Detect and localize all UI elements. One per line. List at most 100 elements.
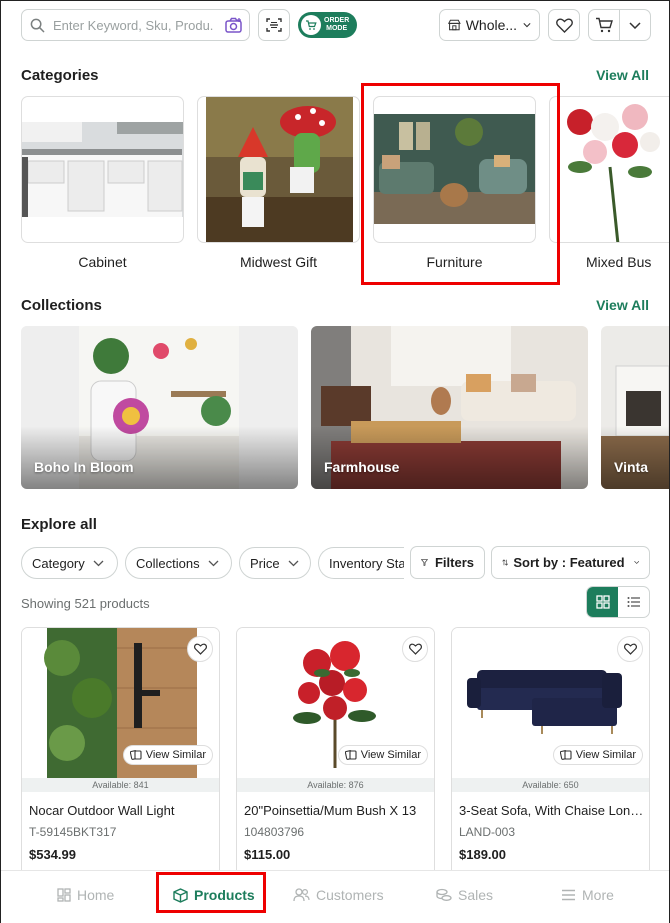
product-name: 3-Seat Sofa, With Chaise Long... bbox=[459, 803, 644, 818]
product-card[interactable]: View Similar Available: 876 20"Poinsetti… bbox=[236, 627, 435, 887]
nav-products-highlight bbox=[156, 872, 266, 913]
filters-button-label: Filters bbox=[434, 555, 474, 570]
similar-cards-icon bbox=[129, 750, 142, 760]
category-card-cabinet[interactable] bbox=[21, 96, 184, 243]
order-mode-label: ORDER MODE bbox=[324, 17, 350, 32]
filter-label: Category bbox=[32, 555, 85, 571]
category-card-midwest-gift[interactable] bbox=[197, 96, 360, 243]
view-similar-button[interactable]: View Similar bbox=[552, 745, 643, 765]
nav-home[interactable]: Home bbox=[57, 887, 114, 903]
product-price: $115.00 bbox=[244, 847, 291, 862]
categories-view-all-link[interactable]: View All bbox=[596, 67, 649, 83]
filter-funnel-icon bbox=[421, 559, 428, 566]
chevron-down-icon bbox=[523, 23, 531, 28]
chevron-down-icon bbox=[208, 560, 219, 566]
availability: Available: 841 bbox=[22, 778, 219, 792]
grid-icon bbox=[596, 595, 610, 609]
view-similar-button[interactable]: View Similar bbox=[122, 745, 213, 765]
wishlist-button[interactable] bbox=[548, 9, 580, 41]
product-sku: 104803796 bbox=[244, 825, 305, 839]
collection-card-vintage[interactable]: Vinta bbox=[601, 326, 669, 489]
filter-collections-dropdown[interactable]: Collections bbox=[125, 547, 232, 579]
product-card[interactable]: View Similar Available: 650 3-Seat Sofa,… bbox=[451, 627, 650, 887]
availability: Available: 650 bbox=[452, 778, 649, 792]
categories-title: Categories bbox=[21, 67, 99, 84]
shopping-cart-icon bbox=[595, 17, 613, 33]
price-tier-value: Whole... bbox=[465, 17, 518, 33]
collections-title: Collections bbox=[21, 297, 102, 314]
heart-icon bbox=[623, 643, 637, 655]
category-label: Mixed Bus bbox=[586, 254, 652, 270]
bottom-navigation: Home Products Customers Sales More bbox=[1, 870, 669, 923]
cart-button-group bbox=[588, 9, 651, 41]
top-bar: Enter Keyword, Sku, Produ... ORDER MODE … bbox=[21, 9, 651, 41]
category-card-mixed-bush[interactable] bbox=[549, 96, 669, 243]
selection-highlight bbox=[361, 83, 560, 285]
cart-button[interactable] bbox=[589, 10, 620, 40]
availability: Available: 876 bbox=[237, 778, 434, 792]
sort-arrows-icon bbox=[502, 559, 509, 566]
view-toggle bbox=[586, 586, 650, 618]
filter-inventory-dropdown[interactable]: Inventory Sta bbox=[318, 547, 404, 579]
menu-icon bbox=[562, 889, 575, 901]
sort-dropdown[interactable]: Sort by : Featured bbox=[491, 546, 650, 579]
grid-view-button[interactable] bbox=[587, 587, 619, 617]
chevron-down-icon bbox=[288, 560, 299, 566]
search-placeholder: Enter Keyword, Sku, Produ... bbox=[53, 17, 213, 33]
collection-label: Vinta bbox=[614, 459, 648, 475]
list-icon bbox=[627, 597, 640, 607]
nav-more[interactable]: More bbox=[561, 887, 614, 903]
product-name: 20"Poinsettia/Mum Bush X 13 bbox=[244, 803, 417, 818]
product-sku: LAND-003 bbox=[459, 825, 516, 839]
nav-sales[interactable]: Sales bbox=[436, 887, 493, 903]
users-icon bbox=[293, 888, 310, 902]
collection-label: Boho In Bloom bbox=[34, 459, 134, 475]
list-view-button[interactable] bbox=[618, 587, 649, 617]
view-similar-button[interactable]: View Similar bbox=[337, 745, 428, 765]
product-price: $189.00 bbox=[459, 847, 506, 862]
search-icon bbox=[30, 18, 45, 32]
explore-title: Explore all bbox=[21, 516, 97, 533]
heart-icon bbox=[408, 643, 422, 655]
nav-customers[interactable]: Customers bbox=[293, 887, 384, 903]
camera-search-icon[interactable] bbox=[225, 17, 243, 34]
barcode-scan-button[interactable] bbox=[258, 9, 290, 41]
coins-icon bbox=[436, 888, 452, 901]
filter-label: Inventory Sta bbox=[329, 555, 404, 571]
heart-icon bbox=[555, 17, 573, 33]
order-mode-toggle[interactable]: ORDER MODE bbox=[298, 12, 357, 38]
search-input[interactable]: Enter Keyword, Sku, Produ... bbox=[21, 9, 250, 41]
collection-card-farmhouse[interactable]: Farmhouse bbox=[311, 326, 588, 489]
category-label: Cabinet bbox=[78, 254, 127, 270]
product-name: Nocar Outdoor Wall Light bbox=[29, 803, 175, 818]
filter-label: Collections bbox=[136, 555, 200, 571]
cart-icon bbox=[301, 15, 321, 35]
filter-label: Price bbox=[250, 555, 280, 571]
product-sku: T-59145BKT317 bbox=[29, 825, 117, 839]
scan-icon bbox=[266, 18, 282, 32]
collections-view-all-link[interactable]: View All bbox=[596, 297, 649, 313]
collection-card-boho-in-bloom[interactable]: Boho In Bloom bbox=[21, 326, 298, 489]
category-image bbox=[206, 97, 353, 242]
favorite-button[interactable] bbox=[402, 636, 428, 662]
price-tier-select[interactable]: Whole... bbox=[439, 9, 540, 41]
category-image bbox=[567, 104, 660, 242]
collection-label: Farmhouse bbox=[324, 459, 400, 475]
favorite-button[interactable] bbox=[187, 636, 213, 662]
home-dashboard-icon bbox=[57, 888, 71, 902]
filter-category-dropdown[interactable]: Category bbox=[21, 547, 118, 579]
chevron-down-icon bbox=[93, 560, 104, 566]
product-price: $534.99 bbox=[29, 847, 76, 862]
chevron-down-icon bbox=[633, 561, 639, 564]
product-count: Showing 521 products bbox=[21, 596, 150, 611]
cart-dropdown-button[interactable] bbox=[620, 10, 650, 40]
sort-label: Sort by : Featured bbox=[513, 555, 625, 570]
filter-price-dropdown[interactable]: Price bbox=[239, 547, 311, 579]
category-image bbox=[22, 122, 183, 217]
similar-cards-icon bbox=[559, 750, 572, 760]
filters-button[interactable]: Filters bbox=[410, 546, 485, 579]
store-icon bbox=[448, 19, 461, 31]
category-label: Midwest Gift bbox=[239, 254, 317, 270]
favorite-button[interactable] bbox=[617, 636, 643, 662]
product-card[interactable]: View Similar Available: 841 Nocar Outdoo… bbox=[21, 627, 220, 887]
